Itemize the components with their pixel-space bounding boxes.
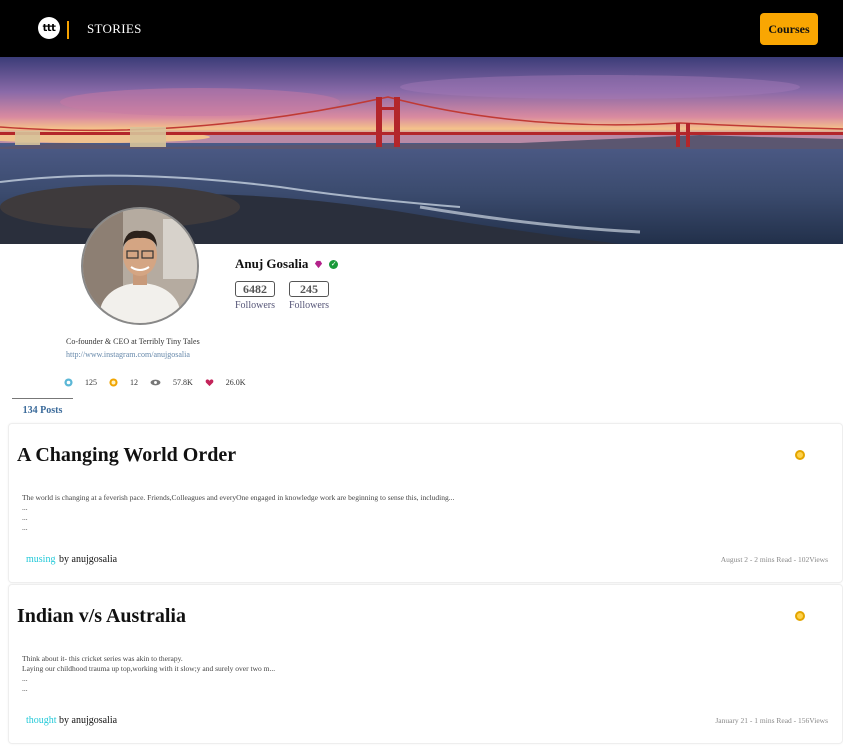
heart-icon — [205, 379, 214, 387]
coin-icon[interactable] — [795, 611, 805, 621]
courses-button[interactable]: Courses — [760, 13, 818, 45]
post-excerpt: The world is changing at a feverish pace… — [22, 493, 455, 532]
metric-value: 26.0K — [225, 378, 246, 387]
post-tag[interactable]: thought — [26, 715, 57, 726]
profile-name-row: Anuj Gosalia ✓ — [235, 256, 339, 272]
post-excerpt: Think about it- this cricket series was … — [22, 654, 276, 693]
post-title[interactable]: A Changing World Order — [17, 444, 236, 467]
following-label: Followers — [289, 300, 329, 311]
followers-label: Followers — [235, 300, 275, 311]
star-badge-icon — [64, 378, 73, 387]
profile-name: Anuj Gosalia — [235, 256, 309, 271]
eye-icon — [150, 379, 161, 386]
metric-value: 12 — [130, 378, 138, 387]
followers-stat[interactable]: 6482 Followers — [235, 281, 275, 311]
nav-stories-link[interactable]: STORIES — [87, 21, 142, 37]
post-meta: August 2 - 2 mins Read - 102Views — [720, 555, 828, 564]
coin-icon[interactable] — [795, 450, 805, 460]
following-count: 245 — [289, 281, 329, 297]
profile-avatar — [81, 207, 199, 325]
post-author[interactable]: by anujgosalia — [59, 554, 117, 565]
followers-count: 6482 — [235, 281, 275, 297]
metric-value: 125 — [85, 378, 97, 387]
post-tag[interactable]: musing — [26, 554, 55, 565]
profile-metrics: 125 12 57.8K 26.0K — [64, 378, 258, 387]
post-author[interactable]: by anujgosalia — [59, 715, 117, 726]
verified-check-icon: ✓ — [329, 259, 339, 269]
top-navbar: ttt STORIES Courses — [0, 0, 843, 57]
post-card[interactable]: Indian v/s Australia Think about it- thi… — [8, 584, 843, 744]
ttt-logo[interactable]: ttt — [38, 17, 60, 39]
nav-divider — [67, 21, 69, 39]
post-title[interactable]: Indian v/s Australia — [17, 605, 186, 628]
profile-instagram-link[interactable]: http://www.instagram.com/anujgosalia — [66, 350, 190, 359]
post-card[interactable]: A Changing World Order The world is chan… — [8, 423, 843, 583]
profile-bio: Co-founder & CEO at Terribly Tiny Tales — [66, 337, 200, 346]
diamond-badge-icon — [315, 260, 323, 268]
metric-value: 57.8K — [173, 378, 193, 387]
tab-posts[interactable]: 134 Posts — [12, 398, 73, 416]
following-stat[interactable]: 245 Followers — [289, 281, 329, 311]
post-meta: January 21 - 1 mins Read - 156Views — [715, 716, 828, 725]
coin-icon — [109, 378, 118, 387]
